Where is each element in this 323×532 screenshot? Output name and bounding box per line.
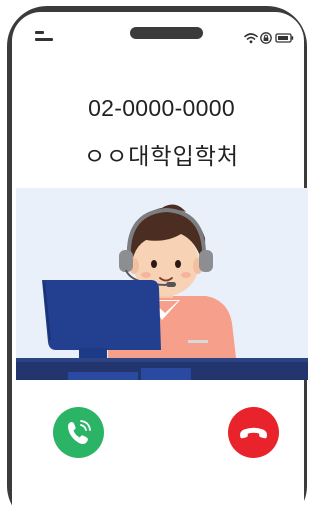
phone-decline-icon xyxy=(240,427,267,439)
battery-icon xyxy=(275,33,294,43)
menu-icon[interactable] xyxy=(35,31,53,43)
speaker-notch xyxy=(130,27,203,39)
caller-name: ㅇㅇ대학입학처 xyxy=(83,143,240,169)
phone-accept-icon xyxy=(68,420,91,444)
decline-call-button[interactable] xyxy=(228,407,279,458)
lock-icon xyxy=(260,32,272,44)
wifi-icon xyxy=(244,33,258,44)
status-icons xyxy=(244,31,300,44)
caller-phone-number: 02-0000-0000 xyxy=(88,95,235,121)
call-center-illustration xyxy=(16,188,308,380)
accept-call-button[interactable] xyxy=(53,407,104,458)
